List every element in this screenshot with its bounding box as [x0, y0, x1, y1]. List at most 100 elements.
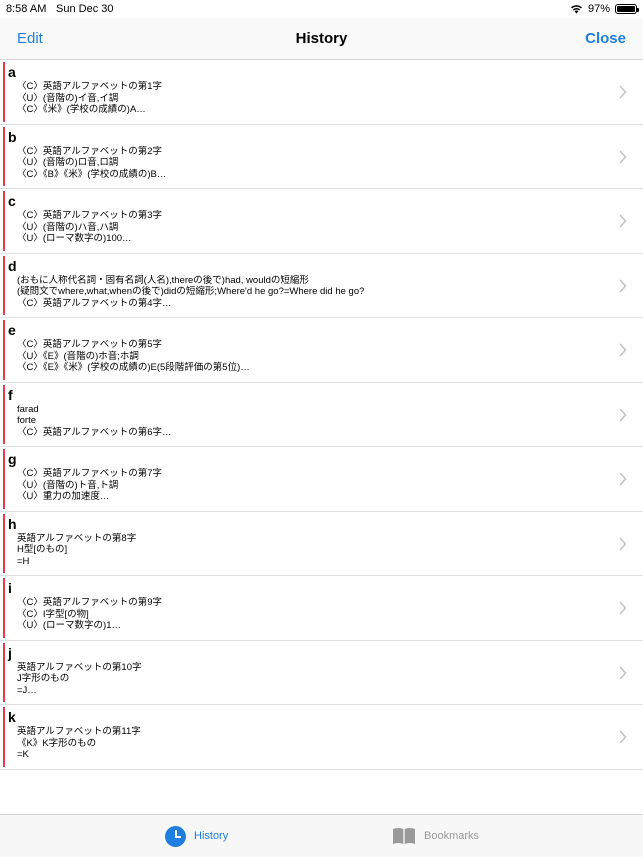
row-definitions: 〈C〉英語アルファベットの第9字 〈C〉I字型[の物] 〈U〉(ローマ数字の)1…	[17, 597, 603, 632]
chevron-right-icon	[619, 408, 627, 421]
definition-line: 〈C〉I字型[の物]	[17, 608, 89, 620]
history-row[interactable]: k 英語アルファベットの第11字 《K》K字形のもの =K	[0, 705, 643, 770]
definition-line: 〈C〉《E》《米》(学校の成績の)E(5段階評価の第5位)…	[17, 362, 250, 373]
history-row[interactable]: d (おもに人称代名詞・固有名詞(人名),thereの後で)had, wouldの…	[0, 254, 643, 318]
row-marker	[3, 449, 5, 509]
row-headword: f	[8, 386, 13, 403]
definition-line: 〈C〉《B》《米》(学校の成績の)B…	[17, 168, 167, 180]
history-list: a 〈C〉英語アルファベットの第1字 〈U〉(音階の)イ音,イ調 〈C〉《米》(学校の…	[0, 60, 643, 770]
row-headword: i	[8, 580, 12, 596]
row-definitions: (おもに人称代名詞・固有名詞(人名),thereの後で)had, wouldの短…	[17, 275, 603, 310]
row-marker	[3, 707, 5, 767]
chevron-right-icon	[619, 537, 627, 550]
row-headword: g	[8, 451, 17, 467]
row-marker	[3, 384, 5, 444]
definition-line: 英語アルファベットの第10字	[17, 661, 142, 673]
definition-line: 〈U〉(ローマ数字の)1…	[17, 620, 121, 631]
row-definitions: 〈C〉英語アルファベットの第5字 〈U〉《E》(音階の)ホ音;ホ調 〈C〉《E》《米…	[17, 339, 603, 374]
row-definitions: 〈C〉英語アルファベットの第2字 〈U〉(音階の)ロ音,ロ調 〈C〉《B》《米》(学…	[17, 146, 603, 181]
tab-bar: History Bookmarks	[0, 814, 643, 857]
definition-line: 〈C〉英語アルファベットの第6字…	[17, 426, 172, 438]
definition-line: 英語アルファベットの第8字	[17, 532, 137, 544]
history-row[interactable]: f farad forte 〈C〉英語アルファベットの第6字…	[0, 383, 643, 447]
definition-line: (疑問文でwhere,what,whenの後で)didの短縮形;Where'd …	[17, 286, 365, 297]
row-headword: d	[8, 257, 17, 274]
definition-line: =K	[17, 749, 29, 760]
history-row[interactable]: c 〈C〉英語アルファベットの第3字 〈U〉(音階の)ハ音,ハ調 〈U〉(ローマ数字の…	[0, 189, 643, 254]
row-marker	[3, 255, 5, 315]
row-definitions: 〈C〉英語アルファベットの第1字 〈U〉(音階の)イ音,イ調 〈C〉《米》(学校の成…	[17, 81, 603, 116]
row-definitions: 英語アルファベットの第10字 J字形のもの =J…	[17, 662, 603, 697]
definition-line: (おもに人称代名詞・固有名詞(人名),thereの後で)had, wouldの短…	[17, 274, 309, 286]
definition-line: forte	[17, 415, 37, 426]
history-row[interactable]: h 英語アルファベットの第8字 H型[のもの] =H	[0, 512, 643, 576]
definition-line: J字形のもの	[17, 673, 70, 684]
definition-line: 〈C〉《米》(学校の成績の)A…	[17, 104, 146, 115]
tab-history-label: History	[194, 830, 229, 842]
tab-history[interactable]: History	[165, 815, 228, 857]
definition-line: 〈U〉《E》(音階の)ホ音;ホ調	[17, 350, 139, 362]
book-icon	[393, 828, 415, 844]
definition-line: 〈C〉英語アルファベットの第4字…	[17, 297, 172, 309]
history-row[interactable]: a 〈C〉英語アルファベットの第1字 〈U〉(音階の)イ音,イ調 〈C〉《米》(学校の…	[0, 60, 643, 125]
chevron-right-icon	[619, 730, 627, 744]
chevron-right-icon	[619, 150, 627, 163]
row-definitions: farad forte 〈C〉英語アルファベットの第6字…	[17, 404, 603, 439]
status-time: 8:58 AM	[6, 3, 47, 15]
row-definitions: 英語アルファベットの第8字 H型[のもの] =H	[17, 533, 603, 568]
definition-line: 〈C〉英語アルファベットの第5字	[17, 339, 163, 350]
navigation-bar: Edit History Close	[0, 18, 643, 60]
definition-line: =H	[17, 555, 30, 567]
history-row[interactable]: e 〈C〉英語アルファベットの第5字 〈U〉《E》(音階の)ホ音;ホ調 〈C〉《E》《…	[0, 318, 643, 383]
row-definitions: 〈C〉英語アルファベットの第3字 〈U〉(音階の)ハ音,ハ調 〈U〉(ローマ数字の)…	[17, 210, 603, 245]
definition-line: 英語アルファベットの第11字	[17, 726, 141, 737]
row-headword: k	[8, 709, 16, 725]
battery-icon	[615, 4, 639, 14]
row-headword: e	[8, 322, 16, 338]
wifi-icon	[570, 5, 582, 14]
history-row[interactable]: j 英語アルファベットの第10字 J字形のもの =J…	[0, 641, 643, 705]
history-row[interactable]: g 〈C〉英語アルファベットの第7字 〈U〉(音階の)ト音,ト調 〈U〉重力の加速度…	[0, 447, 643, 512]
status-bar: 8:58 AM Sun Dec 30 97%	[0, 0, 643, 18]
row-headword: b	[8, 128, 17, 145]
close-button[interactable]: Close	[585, 30, 626, 47]
chevron-right-icon	[619, 601, 627, 615]
row-headword: h	[8, 515, 17, 532]
chevron-right-icon	[619, 85, 627, 99]
definition-line: farad	[17, 403, 39, 415]
clock-icon	[165, 825, 186, 847]
chevron-right-icon	[619, 214, 627, 228]
definition-line: 〈U〉(音階の)ハ音,ハ調	[17, 221, 119, 233]
definition-line: 〈C〉英語アルファベットの第9字	[17, 597, 163, 608]
definition-line: 〈C〉英語アルファベットの第3字	[17, 210, 163, 221]
row-definitions: 〈C〉英語アルファベットの第7字 〈U〉(音階の)ト音,ト調 〈U〉重力の加速度…	[17, 468, 603, 503]
row-headword: c	[8, 193, 16, 209]
chevron-right-icon	[619, 472, 627, 486]
row-marker	[3, 191, 5, 251]
definition-line: =J…	[17, 684, 37, 696]
definition-line: 〈U〉(音階の)ト音,ト調	[17, 479, 119, 491]
definition-line: 〈C〉英語アルファベットの第1字	[17, 81, 163, 92]
chevron-right-icon	[619, 666, 627, 679]
row-marker	[3, 126, 5, 186]
row-headword: a	[8, 64, 16, 80]
history-row[interactable]: b 〈C〉英語アルファベットの第2字 〈U〉(音階の)ロ音,ロ調 〈C〉《B》《米》(…	[0, 125, 643, 189]
definition-line: 〈C〉英語アルファベットの第2字	[17, 145, 163, 157]
chevron-right-icon	[619, 279, 627, 292]
row-definitions: 英語アルファベットの第11字 《K》K字形のもの =K	[17, 726, 603, 761]
tab-bookmarks[interactable]: Bookmarks	[392, 815, 479, 857]
row-marker	[3, 642, 5, 702]
chevron-right-icon	[619, 343, 627, 357]
definition-line: 《K》K字形のもの	[17, 737, 97, 749]
row-marker	[3, 513, 5, 573]
row-marker	[3, 320, 5, 380]
definition-line: 〈U〉(音階の)イ音,イ調	[17, 92, 119, 104]
definition-line: 〈C〉英語アルファベットの第7字	[17, 468, 163, 479]
status-right: 97%	[570, 0, 639, 18]
row-marker	[3, 578, 5, 638]
definition-line: 〈U〉(ローマ数字の)100…	[17, 233, 132, 244]
history-row[interactable]: i 〈C〉英語アルファベットの第9字 〈C〉I字型[の物] 〈U〉(ローマ数字の)1…	[0, 576, 643, 641]
definition-line: H型[のもの]	[17, 544, 68, 555]
definition-line: 〈U〉(音階の)ロ音,ロ調	[17, 157, 119, 168]
status-date: Sun Dec 30	[56, 3, 114, 15]
